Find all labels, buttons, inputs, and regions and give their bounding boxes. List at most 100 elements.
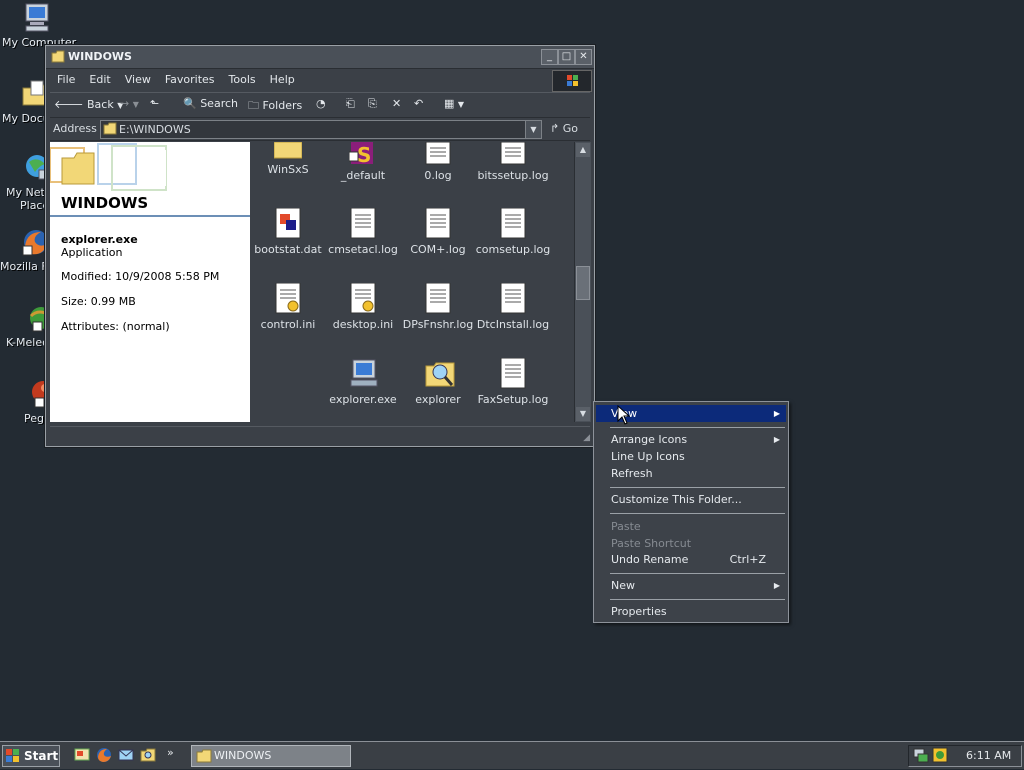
search-button[interactable]: 🔍 Search <box>183 97 238 110</box>
chevron-down-icon: ▼ <box>457 100 465 109</box>
search-icon: 🔍 <box>183 97 197 110</box>
menu-file[interactable]: File <box>50 70 82 86</box>
up-folder-icon: ⬑ <box>150 97 160 110</box>
menu-separator <box>610 599 785 600</box>
menu-help[interactable]: Help <box>263 70 302 86</box>
menu-tools[interactable]: Tools <box>222 70 263 86</box>
menu-view[interactable]: View <box>118 70 158 86</box>
menu-item-arrange-icons[interactable]: Arrange Icons ▶ <box>596 431 786 448</box>
file-item[interactable]: bootstat.dat <box>252 207 326 256</box>
file-item[interactable]: DPsFnshr.log <box>400 282 476 331</box>
views-icon: ▦ <box>444 97 455 110</box>
go-arrow-icon: ↱ <box>550 122 560 135</box>
computer-icon <box>21 2 53 34</box>
file-item[interactable]: explorer <box>400 358 476 406</box>
move-to-button[interactable]: ⎗ <box>346 97 355 111</box>
file-item[interactable]: COM+.log <box>400 207 476 256</box>
back-arrow-icon: 🡐 <box>54 98 84 111</box>
file-item[interactable]: control.ini <box>252 282 326 331</box>
folder-icon <box>273 142 303 174</box>
file-item[interactable]: desktop.ini <box>325 282 401 331</box>
details-attributes: Attributes: (normal) <box>61 320 170 333</box>
file-item[interactable]: DtcInstall.log <box>475 282 551 331</box>
file-item[interactable]: 0.log <box>400 142 476 182</box>
details-folder-title: WINDOWS <box>61 194 149 212</box>
firefox-icon[interactable] <box>96 747 112 766</box>
menu-item-paste: Paste <box>611 520 641 533</box>
views-button[interactable]: ▦ ▼ <box>444 97 464 110</box>
file-item[interactable]: explorer.exe <box>325 358 401 406</box>
chevron-down-icon: ▼ <box>132 100 139 109</box>
delete-button[interactable]: ✕ <box>392 97 401 110</box>
history-icon: ◔ <box>316 97 326 110</box>
minimize-button[interactable]: _ <box>541 49 558 65</box>
file-item[interactable]: cmsetacl.log <box>325 207 401 256</box>
menu-shortcut-label: Ctrl+Z <box>729 553 766 566</box>
go-button[interactable]: ↱ Go <box>550 122 578 135</box>
start-button[interactable]: Start <box>2 745 60 767</box>
close-button[interactable]: ✕ <box>575 49 592 65</box>
folders-button[interactable]: 🗀 Folders <box>248 97 302 116</box>
back-button[interactable]: 🡐 Back ▼ <box>54 97 123 111</box>
taskbar-button-label: WINDOWS <box>214 749 272 762</box>
menu-item-line-up-icons[interactable]: Line Up Icons <box>596 448 786 465</box>
vertical-scrollbar[interactable]: ▲ ▼ <box>574 142 591 422</box>
search-shortcut-icon <box>424 358 455 390</box>
menu-separator <box>610 427 785 428</box>
start-label: Start <box>24 749 59 763</box>
undo-button[interactable]: ↶ <box>414 97 423 110</box>
maximize-button[interactable]: □ <box>558 49 575 65</box>
details-size: Size: 0.99 MB <box>61 295 136 308</box>
file-item[interactable]: comsetup.log <box>475 207 551 256</box>
menu-separator <box>610 487 785 488</box>
menu-item-undo-rename[interactable]: Undo Rename Ctrl+Z <box>596 551 786 568</box>
scroll-up-button[interactable]: ▲ <box>576 143 590 157</box>
taskbar-button-windows[interactable]: WINDOWS <box>191 745 351 767</box>
menu-separator <box>610 573 785 574</box>
clock[interactable]: 6:11 AM <box>966 749 1011 762</box>
address-dropdown-button[interactable]: ▼ <box>525 121 541 138</box>
file-item[interactable]: bitssetup.log <box>475 142 551 182</box>
file-item[interactable]: FaxSetup.log <box>475 357 551 406</box>
menu-item-new[interactable]: New ▶ <box>596 577 786 594</box>
file-list-pane[interactable]: WinSxS S _default 0.log bitssetup.log bo… <box>252 142 574 422</box>
ini-file-icon <box>274 282 302 315</box>
menu-bar: File Edit View Favorites Tools Help <box>50 70 592 92</box>
scroll-thumb[interactable] <box>576 266 590 300</box>
file-item[interactable]: WinSxS <box>252 142 326 176</box>
text-file-icon <box>424 207 452 240</box>
history-button[interactable]: ◔ <box>316 97 326 110</box>
explorer-window[interactable]: WINDOWS _ □ ✕ File Edit View Favorites Tools… <box>45 45 595 447</box>
undo-icon: ↶ <box>414 97 424 110</box>
menu-item-refresh[interactable]: Refresh <box>596 465 786 482</box>
window-titlebar[interactable]: WINDOWS _ □ ✕ <box>46 46 594 69</box>
desktop-icon-my-computer[interactable]: My Computer <box>2 2 76 49</box>
forward-arrow-icon: → <box>120 97 130 110</box>
menu-favorites[interactable]: Favorites <box>158 70 222 86</box>
file-item[interactable]: S _default <box>325 142 401 182</box>
resize-grip-icon[interactable]: ◢ <box>583 433 590 443</box>
network-tray-icon[interactable] <box>913 747 929 766</box>
menu-edit[interactable]: Edit <box>82 70 117 86</box>
security-tray-icon[interactable] <box>932 747 948 766</box>
system-tray: 6:11 AM <box>908 745 1022 767</box>
address-label: Address <box>53 122 97 135</box>
details-file-type: Application <box>61 246 123 259</box>
show-desktop-icon[interactable] <box>74 747 90 766</box>
up-folder-button[interactable]: ⬑ <box>150 97 159 110</box>
outlook-express-icon[interactable] <box>118 747 134 766</box>
move-to-icon: ⎗ <box>346 97 355 110</box>
menu-item-customize-folder[interactable]: Customize This Folder... <box>596 491 786 508</box>
folders-icon: 🗀 <box>248 99 259 112</box>
scroll-down-button[interactable]: ▼ <box>576 407 590 421</box>
chevron-right-icon[interactable]: » <box>167 746 174 759</box>
taskbar: Start » WINDOWS 6:11 AM <box>0 741 1024 769</box>
forward-button[interactable]: → ▼ <box>120 97 139 110</box>
chevron-right-icon: ▶ <box>773 435 780 444</box>
address-input[interactable]: E:\WINDOWS ▼ <box>100 120 542 139</box>
menu-item-properties[interactable]: Properties <box>596 603 786 620</box>
menu-separator <box>610 513 785 514</box>
address-bar: Address E:\WINDOWS ▼ ↱ Go <box>50 118 590 141</box>
copy-to-button[interactable]: ⎘ <box>368 97 377 111</box>
search-icon[interactable] <box>140 747 156 766</box>
